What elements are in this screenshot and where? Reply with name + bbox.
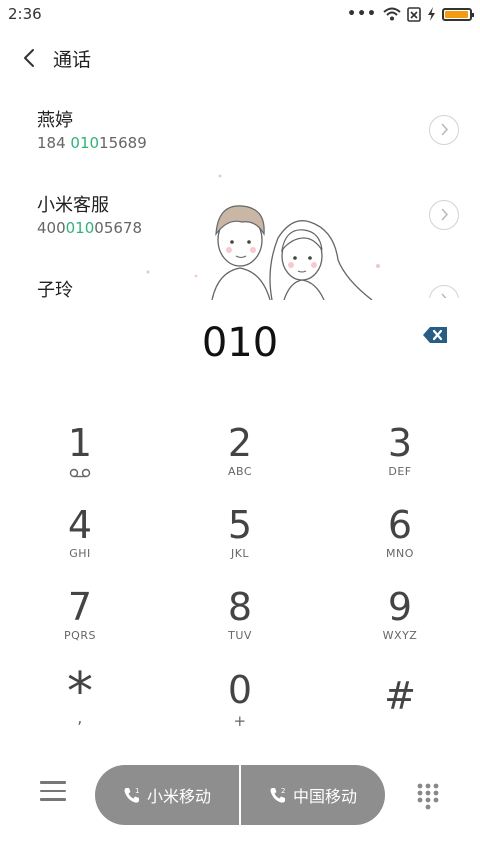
key-hash[interactable]: # xyxy=(320,670,480,752)
status-icons: ••• xyxy=(347,6,474,22)
dial-input-area: 010 xyxy=(0,300,480,386)
contact-detail-button[interactable] xyxy=(429,285,459,298)
status-bar: 2:36 ••• xyxy=(0,0,480,28)
chevron-right-icon xyxy=(441,123,449,136)
svg-text:1: 1 xyxy=(135,787,139,795)
chevron-right-icon xyxy=(441,208,449,221)
phone-sim2-icon: 2 xyxy=(270,787,285,803)
call-sim1-button[interactable]: 1 小米移动 xyxy=(95,765,239,825)
menu-icon[interactable] xyxy=(40,781,66,807)
bottom-call-bar: 1 小米移动 2 中国移动 xyxy=(0,765,480,825)
dialed-number: 010 xyxy=(201,320,279,366)
sim1-label: 小米移动 xyxy=(146,787,211,806)
no-sim-icon xyxy=(407,6,421,22)
contact-detail-button[interactable] xyxy=(429,115,459,145)
phone-sim1-icon: 1 xyxy=(124,787,139,803)
header: 通话 xyxy=(0,40,480,76)
key-1[interactable]: 1 xyxy=(0,423,160,505)
battery-icon xyxy=(442,7,474,21)
key-6[interactable]: 6 MNO xyxy=(320,505,480,587)
contact-name: 小米客服 xyxy=(37,195,109,216)
call-sim2-button[interactable]: 2 中国移动 xyxy=(241,765,385,825)
more-dots-icon: ••• xyxy=(347,6,377,22)
page-title: 通话 xyxy=(53,49,92,71)
dialpad-toggle-icon[interactable] xyxy=(416,782,440,810)
key-3[interactable]: 3 DEF xyxy=(320,423,480,505)
back-arrow-icon[interactable] xyxy=(18,44,42,72)
call-buttons: 1 小米移动 2 中国移动 xyxy=(95,765,385,825)
key-star[interactable]: * , xyxy=(0,666,160,752)
contact-item[interactable]: 燕婷 184 01015689 xyxy=(0,96,480,166)
chevron-right-icon xyxy=(441,293,447,298)
contact-name: 燕婷 xyxy=(37,110,73,131)
contact-name: 子玲 xyxy=(37,280,73,298)
sim2-label: 中国移动 xyxy=(292,787,357,806)
key-4[interactable]: 4 GHI xyxy=(0,505,160,587)
battery-level xyxy=(445,10,468,18)
key-0[interactable]: 0 + xyxy=(160,670,320,752)
contact-detail-button[interactable] xyxy=(429,200,459,230)
voicemail-icon xyxy=(69,468,91,478)
contact-number: 184 01015689 xyxy=(37,134,147,152)
status-time: 2:36 xyxy=(8,5,42,23)
couple-illustration xyxy=(146,174,380,300)
svg-text:2: 2 xyxy=(281,787,285,795)
key-8[interactable]: 8 TUV xyxy=(160,587,320,669)
key-7[interactable]: 7 PQRS xyxy=(0,587,160,669)
key-5[interactable]: 5 JKL xyxy=(160,505,320,587)
key-2[interactable]: 2 ABC xyxy=(160,423,320,505)
key-9[interactable]: 9 WXYZ xyxy=(320,587,480,669)
backspace-icon[interactable] xyxy=(422,324,450,346)
wifi-icon xyxy=(383,7,401,21)
charging-icon xyxy=(428,7,435,21)
